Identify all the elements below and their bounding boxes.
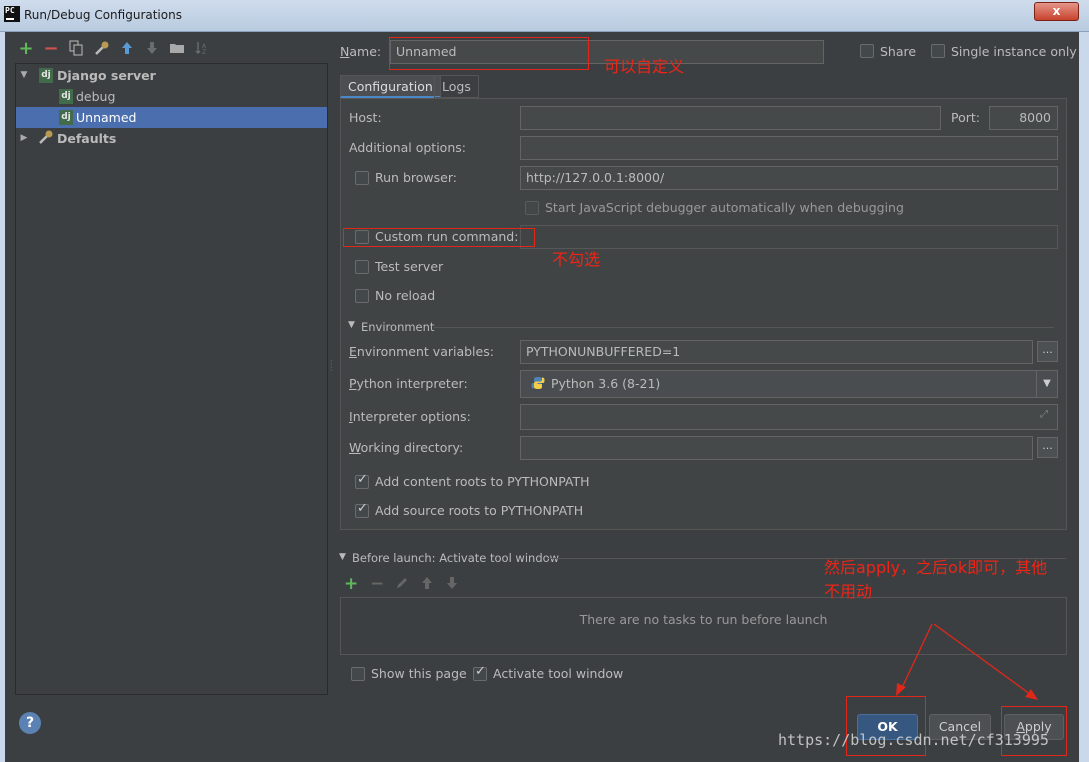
- environment-divider: [434, 327, 1054, 328]
- watermark-text: https://blog.csdn.net/cf313995: [778, 731, 1049, 749]
- environment-section-title: Environment: [361, 320, 435, 334]
- activate-tool-window-label: Activate tool window: [493, 666, 624, 681]
- before-launch-tasks-list[interactable]: There are no tasks to run before launch: [340, 597, 1067, 655]
- test-server-label: Test server: [375, 259, 444, 274]
- tree-item-label: Unnamed: [76, 110, 137, 125]
- move-task-up-icon[interactable]: [420, 576, 434, 593]
- move-task-down-icon[interactable]: [445, 576, 459, 593]
- activate-tool-window-checkbox[interactable]: [473, 664, 487, 681]
- additional-options-input[interactable]: [520, 136, 1058, 160]
- move-up-icon[interactable]: [119, 40, 135, 58]
- no-reload-label: No reload: [375, 288, 436, 303]
- move-down-icon[interactable]: [144, 40, 160, 58]
- no-reload-checkbox[interactable]: [355, 289, 369, 303]
- help-button[interactable]: ?: [19, 712, 41, 734]
- env-vars-input[interactable]: PYTHONUNBUFFERED=1: [520, 340, 1033, 364]
- working-directory-browse-button[interactable]: ...: [1037, 437, 1058, 458]
- add-icon[interactable]: +: [18, 40, 34, 58]
- env-vars-label: Environment variables:: [349, 344, 494, 359]
- port-input[interactable]: 8000: [989, 106, 1058, 130]
- host-label: Host:: [349, 110, 382, 125]
- custom-run-command-input[interactable]: [520, 225, 1058, 249]
- pycharm-app-icon: PC: [4, 6, 20, 22]
- folder-icon[interactable]: [169, 40, 185, 58]
- add-source-roots-label: Add source roots to PYTHONPATH: [375, 503, 584, 518]
- env-vars-browse-button[interactable]: ...: [1037, 341, 1058, 362]
- remove-icon[interactable]: −: [43, 40, 59, 58]
- add-content-roots-checkbox[interactable]: [355, 472, 369, 489]
- tree-item-django-server[interactable]: ▼ dj Django server: [16, 65, 327, 86]
- show-this-page-label: Show this page: [371, 666, 467, 681]
- host-input[interactable]: [520, 106, 941, 130]
- annotation-box-custom-command: [343, 228, 535, 247]
- js-debugger-checkbox[interactable]: [525, 201, 539, 215]
- tree-item-unnamed[interactable]: dj Unnamed: [16, 107, 327, 128]
- working-directory-label: Working directory:: [349, 440, 464, 455]
- annotation-name-note: 可以自定义: [604, 57, 685, 76]
- python-interpreter-select[interactable]: Python 3.6 (8-21): [520, 370, 1058, 398]
- window-close-button[interactable]: x: [1034, 2, 1079, 21]
- show-this-page-checkbox[interactable]: [351, 667, 365, 681]
- interpreter-options-input[interactable]: [520, 404, 1058, 430]
- single-instance-label: Single instance only: [951, 44, 1077, 59]
- name-label: Name:: [340, 44, 382, 59]
- python-interpreter-value: Python 3.6 (8-21): [551, 376, 661, 391]
- pane-splitter-handle[interactable]: · · · ·: [330, 358, 334, 375]
- expand-field-icon[interactable]: ⤢: [1040, 409, 1048, 420]
- svg-text:Z: Z: [202, 49, 206, 56]
- tree-item-debug[interactable]: dj debug: [16, 86, 327, 107]
- sort-icon[interactable]: AZ: [194, 40, 210, 58]
- expanded-arrow-icon[interactable]: ▼: [19, 65, 29, 86]
- python-logo-icon: [531, 376, 545, 390]
- edit-task-icon[interactable]: [395, 576, 409, 593]
- configuration-panel: [340, 98, 1067, 530]
- python-interpreter-label: Python interpreter:: [349, 376, 468, 391]
- tree-item-label: Django server: [57, 68, 156, 83]
- single-instance-checkbox[interactable]: [931, 44, 945, 58]
- js-debugger-label: Start JavaScript debugger automatically …: [545, 200, 904, 215]
- remove-task-icon[interactable]: −: [370, 574, 384, 594]
- test-server-checkbox[interactable]: [355, 260, 369, 274]
- tree-item-label: Defaults: [57, 131, 117, 146]
- copy-icon[interactable]: [68, 40, 84, 58]
- annotation-apply-note-line1: 然后apply，之后ok即可，其他: [824, 558, 1048, 577]
- collapsed-arrow-icon[interactable]: ▶: [19, 128, 29, 149]
- before-launch-section-title: Before launch: Activate tool window: [352, 551, 560, 565]
- tree-item-defaults[interactable]: ▶ Defaults: [16, 128, 327, 149]
- annotation-box-name: [389, 37, 589, 70]
- add-task-icon[interactable]: +: [344, 574, 358, 594]
- django-icon: dj: [59, 89, 73, 104]
- share-checkbox[interactable]: [860, 44, 874, 58]
- django-icon: dj: [39, 68, 53, 83]
- django-icon: dj: [59, 110, 73, 125]
- add-source-roots-checkbox[interactable]: [355, 501, 369, 518]
- window-frame-right: [1079, 32, 1089, 762]
- configurations-tree: ▼ dj Django server dj debug dj Unnamed ▶…: [15, 63, 328, 695]
- empty-tasks-text: There are no tasks to run before launch: [579, 612, 828, 627]
- environment-collapse-icon[interactable]: ▼: [348, 320, 355, 330]
- working-directory-input[interactable]: [520, 436, 1033, 460]
- add-content-roots-label: Add content roots to PYTHONPATH: [375, 474, 590, 489]
- chevron-down-icon[interactable]: ▼: [1036, 371, 1057, 397]
- before-launch-collapse-icon[interactable]: ▼: [339, 552, 346, 562]
- run-browser-url-input[interactable]: http://127.0.0.1:8000/: [520, 166, 1058, 190]
- tree-item-label: debug: [76, 89, 116, 104]
- tab-configuration[interactable]: Configuration: [340, 75, 441, 98]
- run-browser-label: Run browser:: [375, 170, 457, 185]
- window-titlebar: PC Run/Debug Configurations x: [0, 0, 1089, 32]
- tab-logs[interactable]: Logs: [434, 75, 479, 98]
- annotation-apply-note-line2: 不用动: [824, 582, 873, 601]
- window-frame-left: [0, 32, 5, 762]
- interpreter-options-label: Interpreter options:: [349, 409, 471, 424]
- additional-options-label: Additional options:: [349, 140, 466, 155]
- run-browser-checkbox[interactable]: [355, 171, 369, 185]
- share-label: Share: [880, 44, 917, 59]
- port-label: Port:: [951, 110, 980, 125]
- window-title: Run/Debug Configurations: [24, 8, 182, 22]
- wrench-icon: [38, 129, 54, 147]
- wrench-icon[interactable]: [94, 40, 110, 58]
- annotation-custom-command-note: 不勾选: [552, 250, 601, 269]
